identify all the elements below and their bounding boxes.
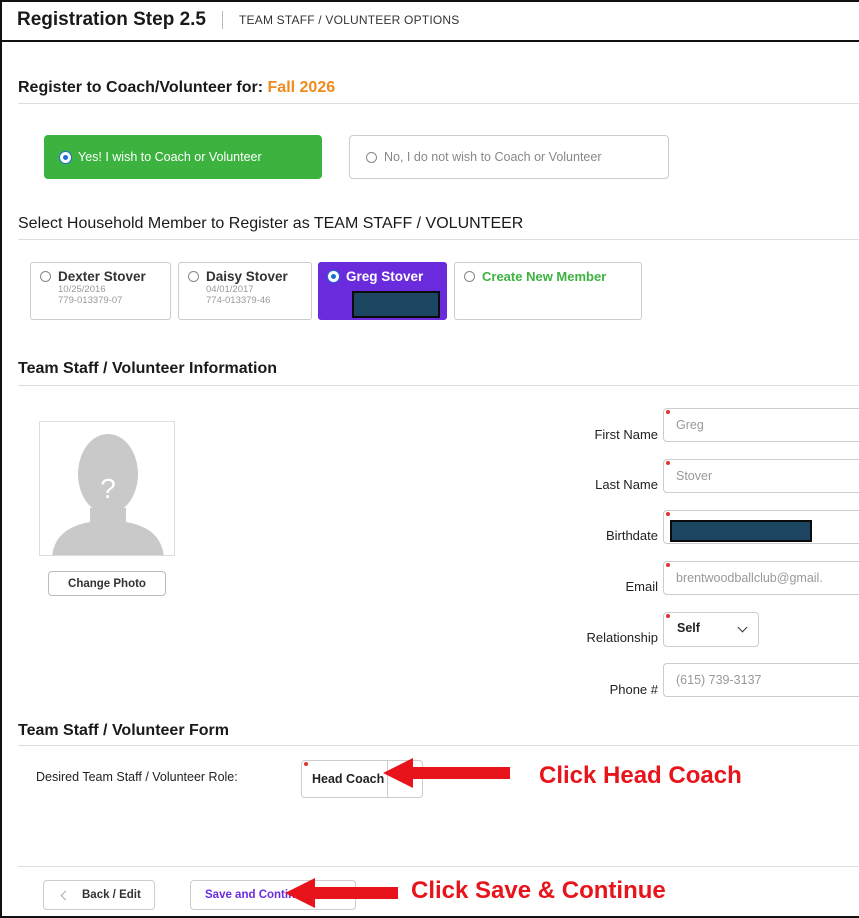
member-dob: 04/01/2017 — [206, 284, 254, 295]
annotation-head-coach: Click Head Coach — [539, 762, 742, 789]
chevron-down-icon — [737, 622, 748, 633]
phone-field[interactable]: (615) 739-3137 — [663, 663, 859, 697]
radio-selected-icon — [60, 151, 71, 163]
member-name: Greg Stover — [346, 269, 424, 284]
footer-divider — [18, 866, 859, 867]
info-heading: Team Staff / Volunteer Information — [18, 360, 277, 377]
first-name-label: First Name — [594, 427, 658, 442]
coach-yes-option[interactable]: Yes! I wish to Coach or Volunteer — [44, 135, 322, 179]
section-divider — [18, 385, 859, 386]
change-photo-button[interactable]: Change Photo — [48, 571, 166, 596]
redaction-block — [670, 520, 812, 542]
member-id: 779-013379-07 — [58, 295, 123, 306]
radio-selected-icon — [328, 271, 339, 282]
annotation-arrow-head — [383, 758, 413, 788]
radio-empty-icon — [188, 271, 199, 282]
register-prefix: Register to Coach/Volunteer for: — [18, 79, 264, 96]
required-indicator — [666, 461, 670, 465]
member-dob: 10/25/2016 — [58, 284, 106, 295]
role-value: Head Coach — [312, 772, 385, 786]
radio-empty-icon — [464, 271, 475, 282]
register-heading: Register to Coach/Volunteer for: Fall 20… — [18, 79, 335, 97]
profile-photo: ? — [39, 421, 175, 556]
phone-label: Phone # — [609, 682, 658, 697]
page-header: Registration Step 2.5 TEAM STAFF / VOLUN… — [17, 9, 459, 31]
last-name-value: Stover — [676, 469, 713, 483]
avatar-placeholder-mark: ? — [100, 473, 116, 504]
annotation-arrow-shaft — [312, 887, 398, 899]
email-label: Email — [625, 579, 658, 594]
required-indicator — [666, 512, 670, 516]
last-name-field[interactable]: Stover — [663, 459, 859, 493]
required-indicator — [304, 762, 308, 766]
coach-no-option[interactable]: No, I do not wish to Coach or Volunteer — [349, 135, 669, 179]
back-edit-button[interactable]: Back / Edit — [43, 880, 155, 910]
email-value: brentwoodballclub@gmail. — [676, 571, 823, 585]
back-label: Back / Edit — [82, 889, 141, 901]
page-title: Registration Step 2.5 — [17, 9, 206, 30]
annotation-save-continue: Click Save & Continue — [411, 877, 666, 904]
annotation-arrow-shaft — [410, 767, 510, 779]
create-member-label: Create New Member — [482, 269, 607, 284]
role-label: Desired Team Staff / Volunteer Role: — [36, 770, 238, 784]
chevron-left-icon — [60, 890, 71, 901]
section-divider — [18, 239, 859, 240]
page-subtitle: TEAM STAFF / VOLUNTEER OPTIONS — [239, 13, 460, 27]
member-name: Dexter Stover — [58, 269, 146, 284]
required-indicator — [666, 614, 670, 618]
section-divider — [18, 745, 859, 746]
header-divider — [0, 40, 859, 42]
last-name-label: Last Name — [595, 477, 658, 492]
season-label: Fall 2026 — [267, 79, 336, 96]
title-divider — [222, 11, 223, 29]
coach-no-label: No, I do not wish to Coach or Volunteer — [384, 150, 602, 164]
birthdate-label: Birthdate — [605, 528, 658, 543]
coach-yes-label: Yes! I wish to Coach or Volunteer — [78, 150, 262, 164]
radio-empty-icon — [366, 151, 377, 163]
relationship-value: Self — [677, 621, 700, 635]
member-id: 774-013379-46 — [206, 295, 271, 306]
avatar-silhouette-icon: ? — [52, 434, 164, 555]
phone-value: (615) 739-3137 — [676, 673, 762, 687]
required-indicator — [666, 410, 670, 414]
first-name-field[interactable]: Greg — [663, 408, 859, 442]
annotation-arrow-head — [285, 878, 315, 908]
relationship-label: Relationship — [586, 630, 658, 645]
email-field[interactable]: brentwoodballclub@gmail. — [663, 561, 859, 595]
member-name: Daisy Stover — [206, 269, 288, 284]
redaction-block — [352, 291, 440, 318]
first-name-value: Greg — [676, 418, 704, 432]
relationship-select[interactable]: Self — [663, 612, 759, 647]
member-card-dexter[interactable]: Dexter Stover 10/25/2016 779-013379-07 — [30, 262, 171, 320]
member-card-daisy[interactable]: Daisy Stover 04/01/2017 774-013379-46 — [178, 262, 312, 320]
radio-empty-icon — [40, 271, 51, 282]
form-heading: Team Staff / Volunteer Form — [18, 722, 229, 739]
section-divider — [18, 103, 859, 104]
member-card-create[interactable]: Create New Member — [454, 262, 642, 320]
household-heading: Select Household Member to Register as T… — [18, 215, 524, 232]
required-indicator — [666, 563, 670, 567]
